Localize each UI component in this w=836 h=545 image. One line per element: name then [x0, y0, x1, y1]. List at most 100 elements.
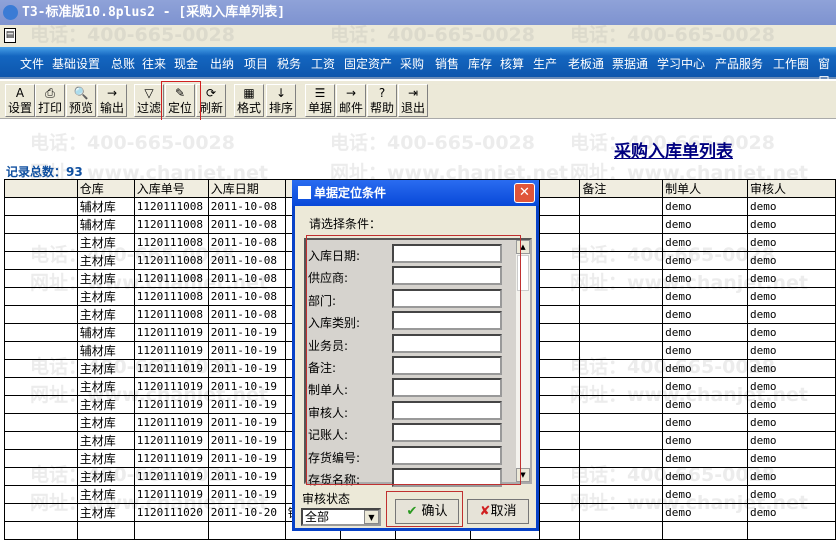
- menu-item[interactable]: 库存: [468, 55, 492, 72]
- window-titlebar: T3-标准版10.8plus2 - [采购入库单列表]: [0, 0, 836, 25]
- table-cell: demo: [662, 395, 749, 414]
- menu-item[interactable]: 税务: [277, 55, 301, 72]
- toolbar-button-0[interactable]: A 设置: [5, 84, 35, 117]
- column-header[interactable]: 入库日期: [207, 179, 286, 198]
- menu-item[interactable]: 文件: [20, 55, 44, 72]
- table-cell: demo: [747, 233, 836, 252]
- column-header[interactable]: 审核人: [747, 179, 836, 198]
- column-header[interactable]: [4, 179, 78, 198]
- column-header[interactable]: 入库单号: [133, 179, 209, 198]
- menu-item[interactable]: 出纳: [210, 55, 234, 72]
- toolbar-button-8[interactable]: ↓ 排序: [266, 84, 296, 117]
- document-icon: ☰: [314, 86, 326, 100]
- mail-icon: →: [345, 86, 357, 100]
- export-icon: →: [106, 86, 118, 100]
- table-cell: demo: [747, 485, 836, 504]
- menu-item[interactable]: 销售: [435, 55, 459, 72]
- toolbar-button-11[interactable]: ? 帮助: [367, 84, 397, 117]
- table-cell: demo: [662, 485, 749, 504]
- table-cell: [579, 467, 664, 486]
- audit-status-value: 全部: [305, 510, 330, 524]
- toolbar-button-10[interactable]: → 邮件: [336, 84, 366, 117]
- locate-dialog: 单据定位条件 ✕ 请选择条件： 入库日期: 供应商: 部门: 入库类别: 业务员: 备注: 制…: [292, 180, 539, 531]
- toolbar-label: 退出: [400, 101, 425, 115]
- table-cell: 1120111008: [133, 197, 209, 216]
- table-cell: [539, 431, 581, 450]
- menu-item[interactable]: 采购: [400, 55, 424, 72]
- table-cell: demo: [662, 323, 749, 342]
- table-cell: [4, 251, 78, 270]
- table-cell: [4, 287, 78, 306]
- menu-item[interactable]: 工资: [311, 55, 335, 72]
- menu-item[interactable]: 票据通: [612, 55, 648, 72]
- table-cell: 2011-10-08: [207, 197, 286, 216]
- table-cell: [579, 521, 664, 540]
- menu-item[interactable]: 总账: [111, 55, 135, 72]
- close-button[interactable]: ✕: [514, 183, 535, 203]
- sort-icon: ↓: [275, 86, 287, 100]
- table-cell: [579, 377, 664, 396]
- toolbar-button-2[interactable]: 🔍 预览: [66, 84, 96, 117]
- column-header[interactable]: 备注: [579, 179, 664, 198]
- menu-item[interactable]: 固定资产: [344, 55, 392, 72]
- toolbar-button-1[interactable]: ⎙ 打印: [35, 84, 65, 117]
- table-cell: [579, 305, 664, 324]
- table-cell: demo: [662, 305, 749, 324]
- menu-item[interactable]: 产品服务: [715, 55, 763, 72]
- preview-icon: 🔍: [73, 86, 89, 100]
- menu-item[interactable]: 往来: [142, 55, 166, 72]
- table-cell: [133, 521, 209, 540]
- column-header[interactable]: 仓库: [76, 179, 135, 198]
- table-cell: 主材库: [76, 413, 135, 432]
- table-cell: 2011-10-19: [207, 323, 286, 342]
- table-cell: demo: [747, 251, 836, 270]
- table-cell: [579, 485, 664, 504]
- column-header[interactable]: 制单人: [662, 179, 749, 198]
- toolbar-button-9[interactable]: ☰ 单据: [305, 84, 335, 117]
- menu-item[interactable]: 学习中心: [657, 55, 705, 72]
- table-cell: demo: [747, 467, 836, 486]
- toolbar-label: 过滤: [136, 101, 161, 115]
- menu-item[interactable]: 工作圈: [773, 55, 809, 72]
- menu-item[interactable]: 生产: [533, 55, 557, 72]
- table-cell: [539, 287, 581, 306]
- table-cell: [539, 197, 581, 216]
- window-title: T3-标准版10.8plus2 - [采购入库单列表]: [22, 5, 286, 20]
- cancel-button[interactable]: ✘取消: [467, 499, 529, 524]
- confirm-button[interactable]: ✔ 确认: [395, 499, 459, 524]
- dialog-title: 单据定位条件: [314, 186, 387, 200]
- format-icon: ▦: [243, 86, 255, 100]
- table-cell: 1120111019: [133, 341, 209, 360]
- record-count: 记录总数：93: [6, 165, 83, 179]
- menu-item[interactable]: 项目: [244, 55, 268, 72]
- table-cell: [539, 251, 581, 270]
- toolbar-label: 邮件: [338, 101, 363, 115]
- toolbar-button-12[interactable]: ⇥ 退出: [398, 84, 428, 117]
- table-cell: 1120111019: [133, 359, 209, 378]
- table-cell: 2011-10-19: [207, 341, 286, 360]
- table-cell: demo: [662, 413, 749, 432]
- table-cell: [539, 341, 581, 360]
- menu-item[interactable]: 老板通: [568, 55, 604, 72]
- menu-item[interactable]: 现金: [174, 55, 198, 72]
- document-icon[interactable]: ▤: [4, 28, 16, 43]
- toolbar-button-4[interactable]: ▽ 过滤: [134, 84, 164, 117]
- table-cell: demo: [662, 431, 749, 450]
- toolbar-label: 预览: [68, 101, 93, 115]
- menu-item[interactable]: 基础设置: [52, 55, 100, 72]
- table-cell: demo: [747, 287, 836, 306]
- menu-item[interactable]: 核算: [500, 55, 524, 72]
- toolbar-button-7[interactable]: ▦ 格式: [234, 84, 264, 117]
- table-cell: 1120111008: [133, 215, 209, 234]
- audit-status-select[interactable]: 全部 ▼: [301, 508, 381, 526]
- toolbar-label: 刷新: [198, 101, 223, 115]
- table-cell: 1120111019: [133, 467, 209, 486]
- column-header[interactable]: [539, 179, 581, 198]
- table-cell: 主材库: [76, 395, 135, 414]
- toolbar-button-3[interactable]: → 输出: [97, 84, 127, 117]
- table-cell: [539, 305, 581, 324]
- table-cell: demo: [747, 395, 836, 414]
- table-cell: 辅材库: [76, 323, 135, 342]
- table-cell: demo: [747, 215, 836, 234]
- table-cell: 1120111008: [133, 251, 209, 270]
